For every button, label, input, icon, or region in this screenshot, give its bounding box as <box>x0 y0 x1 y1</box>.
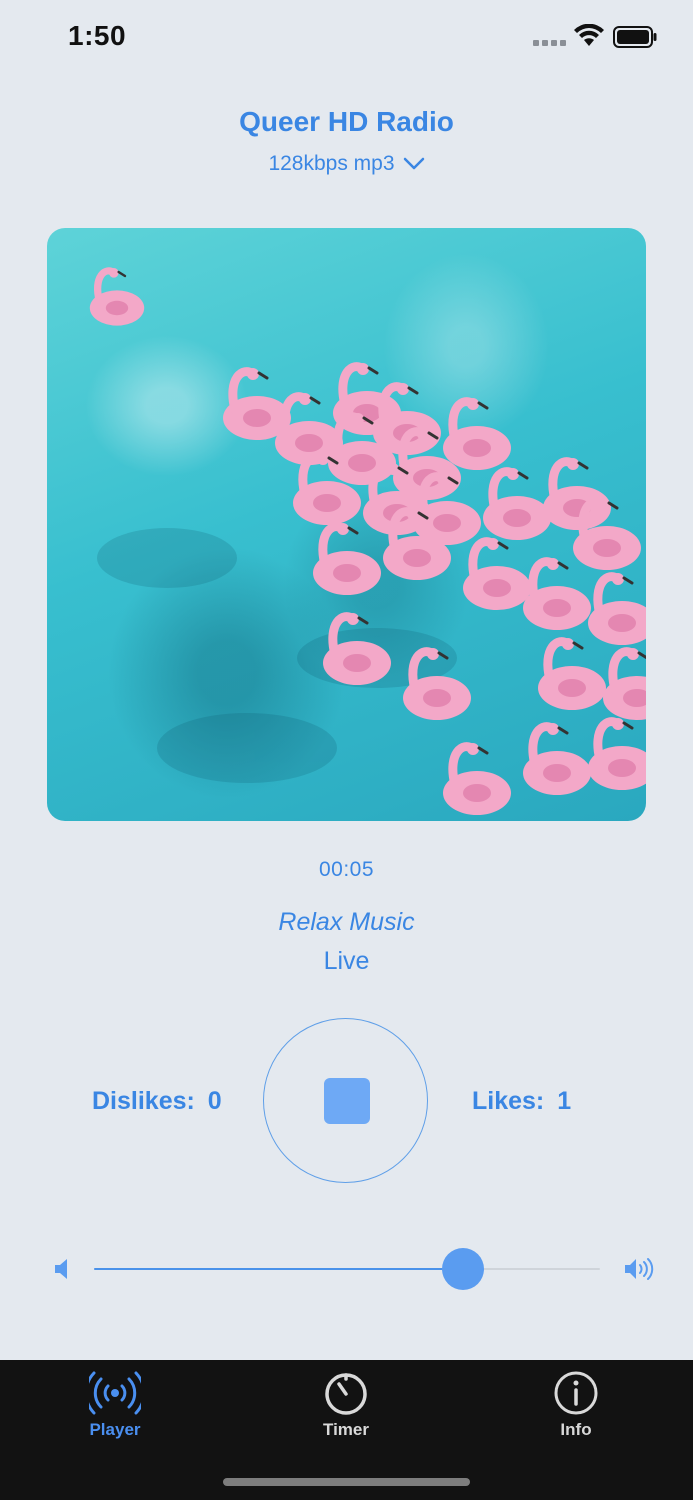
elapsed-time: 00:05 <box>318 858 375 881</box>
track-subtitle: Live <box>323 947 370 975</box>
home-indicator <box>223 1478 470 1486</box>
broadcast-icon <box>89 1371 141 1415</box>
timer-icon <box>325 1373 367 1415</box>
flamingo-floats-illustration <box>47 228 646 821</box>
tab-player-label: Player <box>89 1420 141 1439</box>
tab-info-label: Info <box>560 1420 592 1439</box>
volume-fill <box>94 1268 464 1270</box>
likes-count: 1 <box>557 1087 572 1115</box>
album-artwork <box>47 228 646 821</box>
stop-icon <box>324 1078 370 1124</box>
tab-info[interactable]: Info <box>511 1370 641 1440</box>
bitrate-selector[interactable]: 128kbps mp3 <box>0 152 693 176</box>
status-time: 1:50 <box>68 20 127 51</box>
tab-timer[interactable]: Timer <box>281 1370 411 1440</box>
stop-button[interactable] <box>263 1018 428 1183</box>
track-title: Relax Music <box>278 908 415 936</box>
status-bar: 1:50 <box>0 0 693 80</box>
chevron-down-icon <box>403 158 424 170</box>
station-title: Queer HD Radio <box>239 106 454 137</box>
tab-timer-label: Timer <box>323 1420 369 1439</box>
cellular-signal-icon <box>533 40 567 48</box>
dislike-button[interactable]: Dislikes: 0 <box>92 1087 222 1116</box>
info-icon <box>554 1371 598 1415</box>
dislikes-count: 0 <box>207 1087 222 1115</box>
bitrate-label: 128kbps mp3 <box>268 152 395 175</box>
wifi-icon <box>574 24 604 46</box>
like-button[interactable]: Likes: 1 <box>472 1087 571 1116</box>
dislikes-label: Dislikes: <box>92 1087 195 1115</box>
volume-slider-thumb[interactable] <box>442 1248 485 1290</box>
battery-icon <box>613 26 657 48</box>
volume-low-icon <box>55 1259 67 1279</box>
tab-player[interactable]: Player <box>50 1370 180 1440</box>
likes-label: Likes: <box>472 1087 545 1115</box>
volume-high-icon <box>625 1258 654 1280</box>
